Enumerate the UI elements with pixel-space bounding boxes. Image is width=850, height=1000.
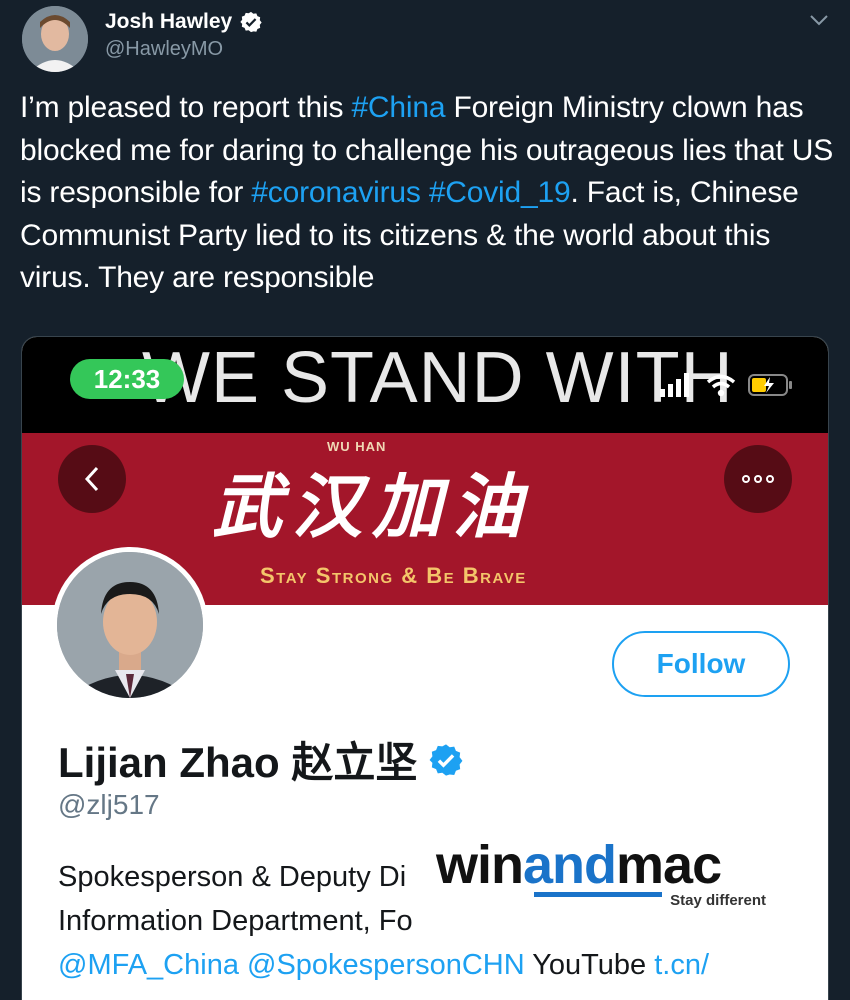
profile-avatar[interactable] (52, 547, 208, 703)
watermark-underline (534, 892, 662, 897)
more-dot-icon (754, 475, 762, 483)
signal-icon (660, 373, 689, 397)
profile-photo (57, 552, 203, 698)
more-options-button[interactable] (724, 445, 792, 513)
author-handle: @HawleyMO (105, 38, 224, 60)
battery-icon (748, 374, 792, 396)
tweet-text-segment: I’m pleased to report this (20, 91, 352, 124)
more-dot-icon (742, 475, 750, 483)
avatar-photo (22, 6, 88, 72)
watermark-brand: winandmac (436, 834, 722, 896)
follow-button[interactable]: Follow (612, 631, 790, 697)
bio-text: YouTube (524, 949, 655, 981)
hashtag-link[interactable]: #Covid_19 (429, 176, 571, 209)
profile-handle: @zlj517 (58, 789, 160, 820)
status-icons (660, 373, 794, 397)
watermark-logo: winandmac Stay different (434, 832, 774, 912)
chevron-down-icon[interactable] (808, 12, 830, 28)
url-link[interactable]: t.cn/ (654, 949, 709, 981)
phone-status-bar: WE STAND WITH 12:33 (22, 337, 828, 433)
watermark-brand-part: win (436, 835, 524, 895)
watermark-brand-part: and (523, 835, 617, 895)
bio-line: @MFA_China @SpokespersonCHN YouTube t.cn… (58, 943, 818, 987)
banner-slogan: Stay Strong & Be Brave (260, 563, 527, 588)
back-button[interactable] (58, 445, 126, 513)
author-avatar[interactable] (22, 6, 88, 72)
profile-name: Lijian Zhao 赵立坚 (58, 739, 418, 786)
author-name[interactable]: Josh Hawley (105, 10, 232, 34)
banner-background-text: WE STAND WITH (142, 338, 734, 418)
banner-chinese-text: 武汉加油 (212, 465, 532, 548)
tweet-text-segment (421, 176, 429, 209)
hashtag-link[interactable]: #China (351, 91, 445, 124)
author-name-row: Josh Hawley (105, 10, 262, 34)
person-photo (57, 552, 203, 698)
more-dot-icon (766, 475, 774, 483)
hashtag-link[interactable]: #coronavirus (251, 176, 421, 209)
verified-badge-icon (240, 11, 262, 33)
mention-link[interactable]: @SpokespersonCHN (247, 949, 525, 981)
profile-name-row: Lijian Zhao 赵立坚 (58, 729, 463, 790)
watermark-brand-part: mac (616, 835, 722, 895)
chevron-left-icon (84, 466, 99, 492)
watermark-tagline: Stay different (670, 892, 766, 909)
mention-link[interactable]: @MFA_China (58, 949, 239, 981)
verified-badge-icon (429, 743, 463, 776)
wifi-icon (706, 374, 736, 397)
status-time: 12:33 (70, 359, 184, 399)
tweet-text: I’m pleased to report this #China Foreig… (20, 87, 835, 300)
